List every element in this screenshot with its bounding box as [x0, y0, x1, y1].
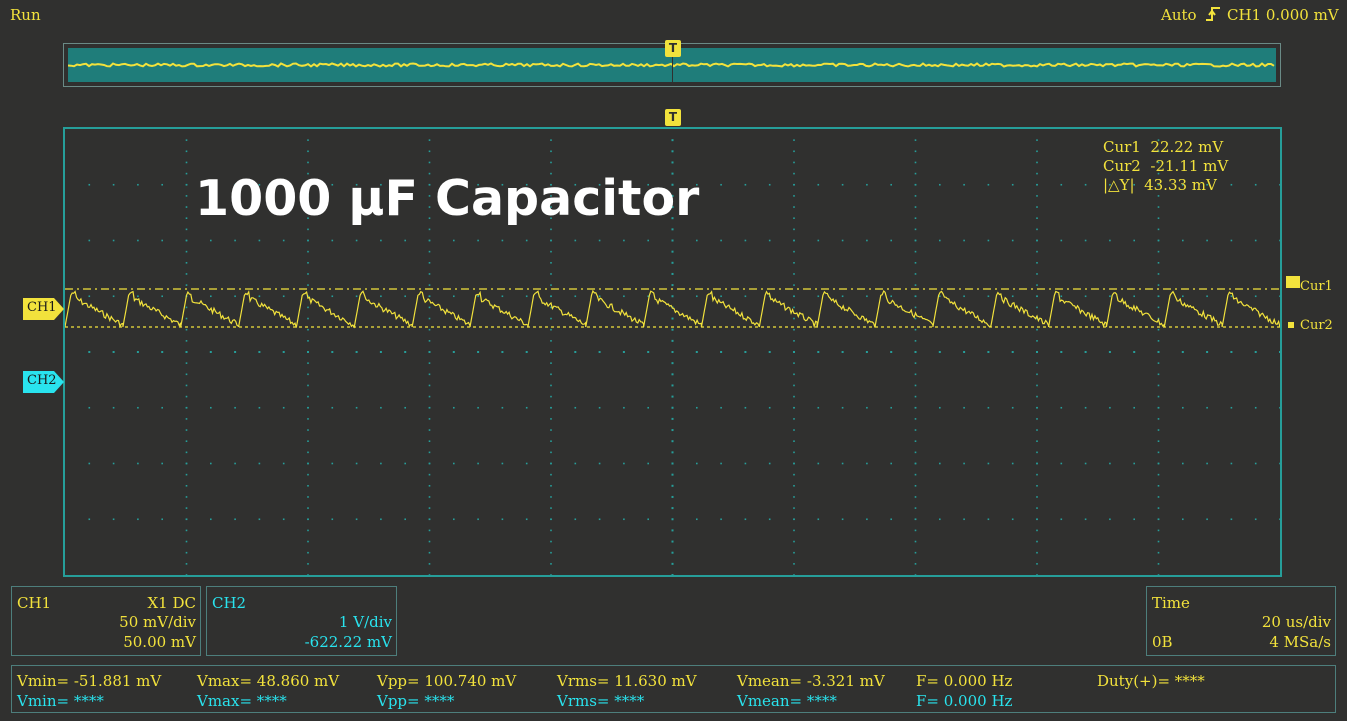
ch2-vpp: Vpp= ****: [377, 692, 455, 710]
ch1-vertical-scale: 50 mV/div: [119, 613, 196, 631]
ch1-duty: Duty(+)= ****: [1097, 672, 1205, 690]
trigger-position-marker-overview[interactable]: T: [665, 40, 681, 57]
ch2-settings-panel[interactable]: CH2 1 V/div -622.22 mV: [206, 586, 397, 656]
cursor-2-handle-icon[interactable]: [1288, 322, 1294, 328]
ch1-vmean: Vmean= -3.321 mV: [737, 672, 885, 690]
oscilloscope-screen: { "status": { "run_state": "Run" }, "tri…: [0, 0, 1347, 721]
cursor-1-handle-label: Cur1: [1300, 279, 1333, 294]
cur2-label: Cur2: [1103, 157, 1141, 175]
time-panel-title: Time: [1152, 594, 1190, 612]
measurements-panel[interactable]: Vmin= -51.881 mV Vmax= 48.860 mV Vpp= 10…: [11, 665, 1336, 713]
ch2-vrms: Vrms= ****: [557, 692, 645, 710]
ch1-vrms: Vrms= 11.630 mV: [557, 672, 697, 690]
ch1-offset: 50.00 mV: [123, 633, 196, 651]
ch2-frequency: F= 0.000 Hz: [916, 692, 1013, 710]
cursor-2-handle-label: Cur2: [1300, 318, 1333, 333]
ch1-tag: CH1: [27, 300, 57, 315]
cursor-readout: Cur1 22.22 mV Cur2 -21.11 mV |△Y| 43.33 …: [1103, 138, 1228, 195]
trigger-position-marker[interactable]: T: [665, 109, 681, 126]
ch2-tag: CH2: [27, 373, 57, 388]
ch1-vpp: Vpp= 100.740 mV: [377, 672, 517, 690]
ch2-offset: -622.22 mV: [304, 633, 392, 651]
timebase-panel[interactable]: Time 20 us/div 0B 4 MSa/s: [1146, 586, 1336, 656]
ch1-frequency: F= 0.000 Hz: [916, 672, 1013, 690]
ch1-vmax: Vmax= 48.860 mV: [197, 672, 340, 690]
memory-depth: 0B: [1152, 633, 1173, 651]
run-status[interactable]: Run: [10, 6, 41, 24]
ch1-vmin: Vmin= -51.881 mV: [17, 672, 162, 690]
cur1-value: 22.22 mV: [1150, 138, 1224, 156]
delta-y-label: |△Y|: [1103, 176, 1135, 194]
cur2-value: -21.11 mV: [1150, 157, 1229, 175]
cursor-1-handle-icon[interactable]: [1286, 276, 1300, 288]
ch2-vmean: Vmean= ****: [737, 692, 837, 710]
sample-rate: 4 MSa/s: [1269, 633, 1331, 651]
ch2-vertical-scale: 1 V/div: [338, 613, 392, 631]
trigger-mode[interactable]: Auto: [1161, 6, 1197, 24]
ch2-vmax: Vmax= ****: [197, 692, 287, 710]
ch1-panel-title: CH1: [17, 594, 52, 612]
ch1-probe-coupling: X1 DC: [147, 594, 197, 612]
overlay-title: 1000 μF Capacitor: [195, 170, 700, 227]
ch1-settings-panel[interactable]: CH1 X1 DC 50 mV/div 50.00 mV: [11, 586, 201, 656]
ch2-panel-title: CH2: [212, 594, 247, 612]
trigger-source-level[interactable]: CH1 0.000 mV: [1227, 6, 1339, 24]
timebase-value: 20 us/div: [1261, 613, 1331, 631]
delta-y-value: 43.33 mV: [1144, 176, 1217, 194]
trigger-edge-icon: [1206, 7, 1220, 21]
cur1-label: Cur1: [1103, 138, 1141, 156]
ch2-vmin: Vmin= ****: [17, 692, 104, 710]
